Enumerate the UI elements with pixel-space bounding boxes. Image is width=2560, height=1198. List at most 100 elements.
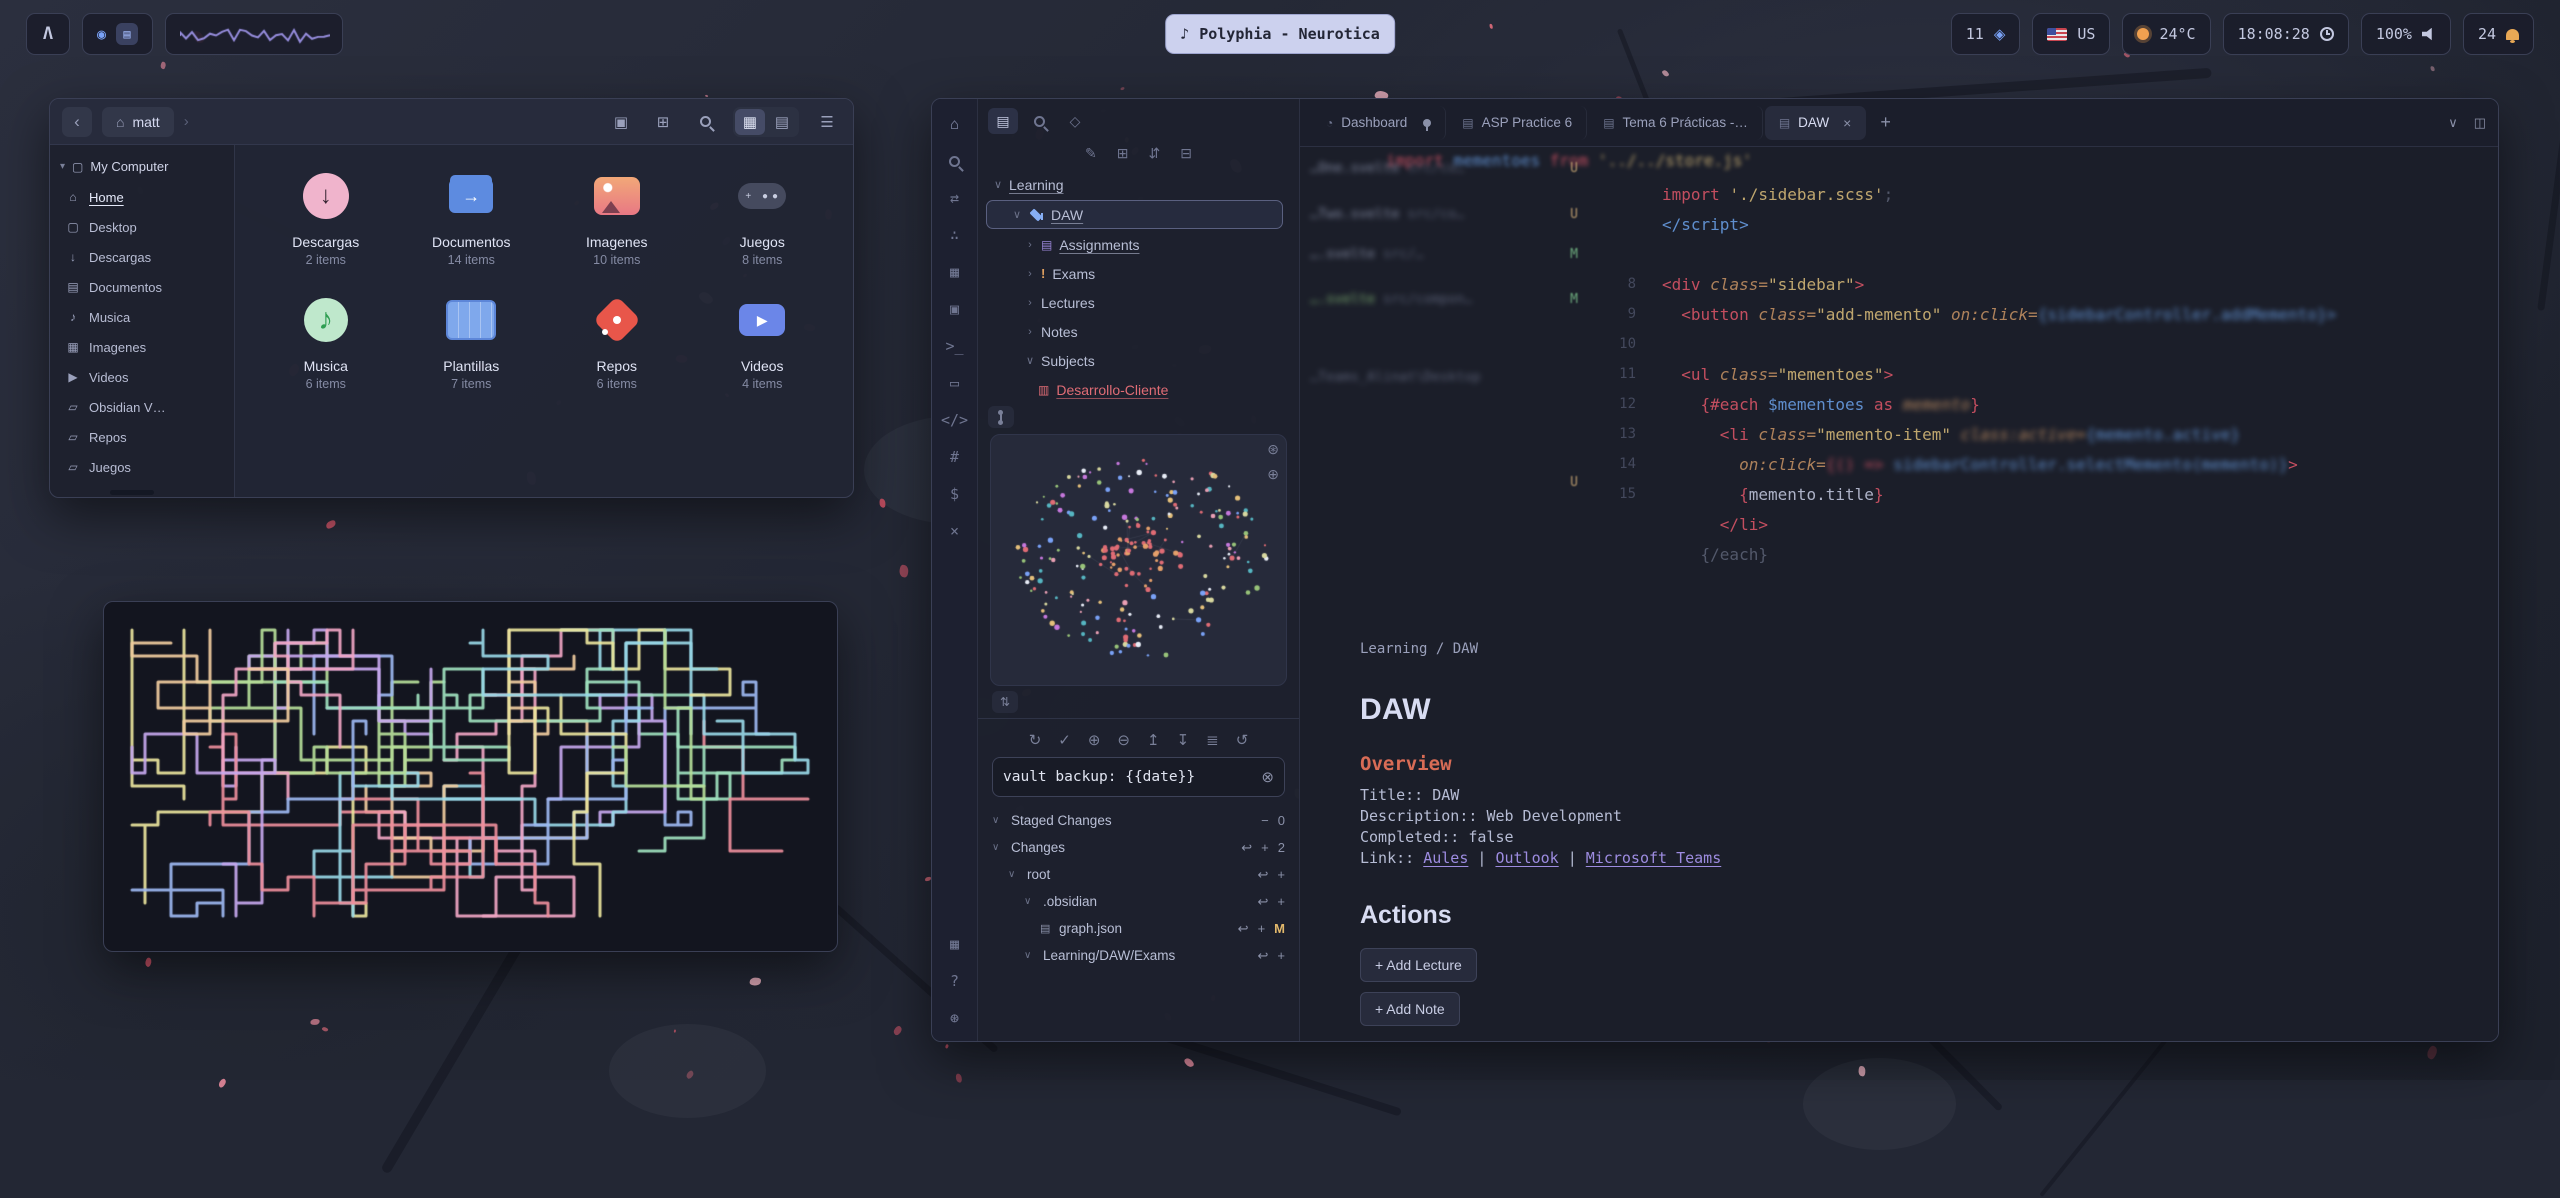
discard-icon[interactable]: ↩	[1258, 894, 1269, 910]
folder-imagenes[interactable]: Imagenes10 items	[544, 167, 690, 267]
new-folder-icon[interactable]: ⊞	[649, 108, 677, 136]
git-item-learning-daw-exams[interactable]: ∨Learning/DAW/Exams↩+	[992, 942, 1285, 969]
folder-musica[interactable]: Musica6 items	[253, 291, 399, 391]
weather-module[interactable]: 24°C	[2122, 13, 2210, 55]
terminal-icon[interactable]: >_	[943, 335, 967, 357]
push-icon[interactable]: ↥	[1147, 731, 1160, 749]
git-item-graph-json[interactable]: ▤graph.json↩+M	[992, 915, 1285, 942]
note-breadcrumb[interactable]: Learning / DAW	[1360, 641, 2140, 657]
file-manager-titlebar[interactable]: ‹ ⌂ matt › ▣⊞ ▦▤ ☰	[50, 99, 853, 145]
currency-icon[interactable]: $	[943, 483, 967, 505]
folder-repos[interactable]: Repos6 items	[544, 291, 690, 391]
button-add-note[interactable]: + Add Note	[1360, 992, 1460, 1026]
launcher-button[interactable]: Λ	[26, 13, 70, 55]
camera-icon[interactable]: #	[943, 446, 967, 468]
tab-daw[interactable]: ▤DAW×	[1765, 106, 1867, 140]
discard-icon[interactable]: ↩	[1258, 948, 1269, 964]
back-button[interactable]: ‹	[62, 107, 92, 137]
refresh-icon[interactable]: ↺	[1236, 731, 1249, 749]
help-icon[interactable]: ?	[943, 970, 967, 992]
sidebar-item-videos[interactable]: ▶Videos	[50, 362, 234, 392]
scrollbar[interactable]	[110, 490, 154, 495]
daily-note-icon[interactable]: ▣	[943, 298, 967, 320]
git-item-staged-changes[interactable]: ∨Staged Changes−0	[992, 807, 1285, 834]
sidebar-header[interactable]: ▾ ▢ My Computer	[50, 155, 234, 182]
sidebar-item-obsidian-v[interactable]: ▱Obsidian V…	[50, 392, 234, 422]
notes-icon[interactable]: ▤	[116, 23, 138, 45]
tree-item-lectures[interactable]: ›Lectures	[984, 288, 1293, 317]
graph-view-icon[interactable]: ∴	[943, 224, 967, 246]
stage-icon[interactable]: +	[1277, 867, 1285, 882]
button-add-lecture[interactable]: + Add Lecture	[1360, 948, 1477, 982]
tree-item-exams[interactable]: ›!Exams	[984, 259, 1293, 288]
folder-descargas[interactable]: Descargas2 items	[253, 167, 399, 267]
bookmarks-tab[interactable]: ◇	[1060, 108, 1090, 134]
collapse-icon[interactable]: ⊟	[1180, 145, 1192, 162]
new-folder-icon[interactable]: ⊞	[1117, 145, 1129, 162]
menu-icon[interactable]: ☰	[813, 108, 841, 136]
stage-icon[interactable]: +	[1261, 840, 1269, 855]
tab-dashboard[interactable]: ◔Dashboard	[1312, 106, 1446, 140]
settings-icon[interactable]: ⊛	[943, 1007, 967, 1029]
stage-all-icon[interactable]: ⊕	[1088, 731, 1101, 749]
library-icon[interactable]: ▭	[943, 372, 967, 394]
power-icon[interactable]: ◉	[97, 25, 106, 43]
sidebar-item-documentos[interactable]: ▤Documentos	[50, 272, 234, 302]
new-note-icon[interactable]: ✎	[1085, 145, 1097, 162]
sort-icon[interactable]: ⇵	[1149, 145, 1161, 162]
unstage-icon[interactable]: −	[1261, 813, 1269, 828]
split-icon[interactable]: ◫	[2474, 115, 2486, 131]
now-playing[interactable]: ♪ Polyphia - Neurotica	[1165, 14, 1395, 54]
home-icon[interactable]: ⌂	[943, 113, 967, 135]
new-tab-button[interactable]: +	[1868, 112, 1903, 133]
screenshot-icon[interactable]: ▣	[607, 108, 635, 136]
quick-switcher-icon[interactable]: ⇄	[943, 187, 967, 209]
sidebar-item-desktop[interactable]: ▢Desktop	[50, 212, 234, 242]
tab-list-icon[interactable]: ∨	[2448, 115, 2458, 131]
sidebar-item-juegos[interactable]: ▱Juegos	[50, 452, 234, 482]
graph-crosshair-icon[interactable]: ⊕	[1267, 466, 1279, 483]
sidebar-item-musica[interactable]: ♪Musica	[50, 302, 234, 332]
vault-icon[interactable]: ▦	[943, 933, 967, 955]
backup-icon[interactable]: ↻	[1029, 731, 1042, 749]
tab-tema-6-pr-cticas[interactable]: ▤Tema 6 Prácticas -…	[1589, 106, 1763, 140]
commit-icon[interactable]: ✓	[1058, 731, 1071, 749]
list-view-icon[interactable]: ▤	[767, 109, 797, 135]
tree-item-desarrollo-cliente[interactable]: ▥Desarrollo-Cliente	[984, 375, 1293, 404]
commit-message-input[interactable]	[1003, 769, 1261, 785]
code-icon[interactable]: </>	[943, 409, 967, 431]
link-aules[interactable]: Aules	[1423, 849, 1468, 867]
canvas-icon[interactable]: ▦	[943, 261, 967, 283]
stage-icon[interactable]: +	[1277, 894, 1285, 909]
search-tab[interactable]	[1024, 108, 1054, 134]
breadcrumb[interactable]: ⌂ matt	[102, 107, 174, 137]
tab-asp-practice-6[interactable]: ▤ASP Practice 6	[1448, 106, 1587, 140]
discard-icon[interactable]: ↩	[1241, 840, 1252, 856]
stage-icon[interactable]: +	[1258, 921, 1266, 936]
sidebar-item-home[interactable]: ⌂Home	[50, 182, 234, 212]
link-microsoft-teams[interactable]: Microsoft Teams	[1586, 849, 1721, 867]
unstage-all-icon[interactable]: ⊖	[1117, 731, 1130, 749]
pull-icon[interactable]: ↧	[1177, 731, 1190, 749]
stage-icon[interactable]: +	[1277, 948, 1285, 963]
change-list-icon[interactable]: ≣	[1206, 731, 1219, 749]
volume-module[interactable]: 100%	[2361, 13, 2451, 55]
quick-apps[interactable]: ◉▤	[82, 13, 153, 55]
tree-item-subjects[interactable]: ∨Subjects	[984, 346, 1293, 375]
grid-view-icon[interactable]: ▦	[735, 109, 765, 135]
random-note-icon[interactable]: ×	[943, 520, 967, 542]
clock-module[interactable]: 18:08:28	[2223, 13, 2349, 55]
clear-icon[interactable]: ⊗	[1261, 768, 1274, 786]
close-icon[interactable]: ×	[1843, 115, 1851, 131]
folder-documentos[interactable]: Documentos14 items	[399, 167, 545, 267]
tree-item-daw[interactable]: ∨DAW	[986, 200, 1283, 229]
files-tab[interactable]: ▤	[988, 108, 1018, 134]
graph-settings-icon[interactable]: ⊛	[1267, 441, 1279, 458]
git-item-root[interactable]: ∨root↩+	[992, 861, 1285, 888]
workspaces-module[interactable]: 11 ◈	[1951, 13, 2021, 55]
git-item-obsidian[interactable]: ∨.obsidian↩+	[992, 888, 1285, 915]
sidebar-item-descargas[interactable]: ↓Descargas	[50, 242, 234, 272]
sidebar-item-repos[interactable]: ▱Repos	[50, 422, 234, 452]
tree-item-learning[interactable]: ∨Learning	[984, 170, 1293, 199]
git-item-changes[interactable]: ∨Changes↩+2	[992, 834, 1285, 861]
